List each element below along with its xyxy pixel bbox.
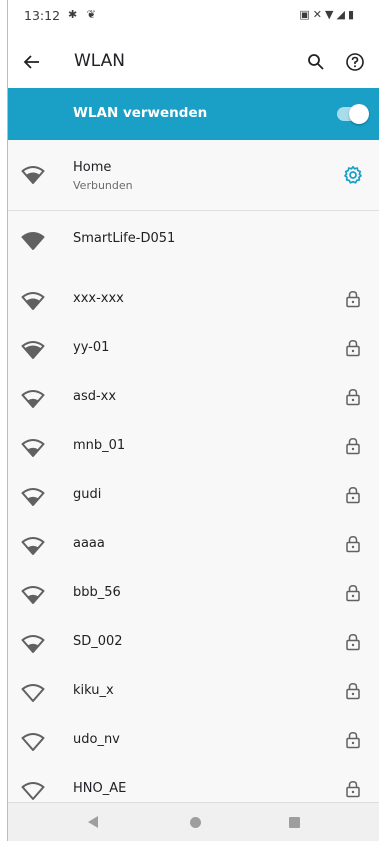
wlan-master-switch-label: WLAN verwenden (73, 105, 208, 121)
connected-network-status: Verbunden (73, 179, 133, 192)
help-icon[interactable] (341, 48, 369, 76)
lock-icon (346, 634, 360, 651)
wifi-signal-icon (21, 733, 45, 751)
status-right-icons: ▣✕▼◢▮ (299, 8, 357, 21)
back-triangle-icon[interactable] (87, 816, 99, 828)
network-name: bbb_56 (73, 585, 121, 600)
home-circle-icon[interactable] (190, 817, 201, 828)
search-icon[interactable] (302, 48, 330, 76)
app-toolbar: WLAN (0, 34, 379, 88)
screen-edge-line (7, 0, 8, 841)
status-bar: 13:12 ✱ ❦ ▣✕▼◢▮ (0, 0, 379, 34)
wifi-signal-icon (21, 684, 45, 702)
network-name: yy-01 (73, 340, 110, 355)
list-divider (7, 210, 379, 211)
lock-icon (346, 732, 360, 749)
lock-icon (346, 291, 360, 308)
wifi-signal-icon (21, 782, 45, 800)
wifi-signal-icon (21, 537, 45, 555)
network-name: kiku_x (73, 683, 114, 698)
lock-icon (346, 536, 360, 553)
lock-icon (346, 340, 360, 357)
network-row[interactable]: kiku_x (7, 668, 379, 717)
gear-icon[interactable] (343, 165, 363, 185)
settings-icon: ✱ (68, 8, 78, 21)
wifi-status-icon: ▼ (325, 8, 337, 21)
wlan-toggle-switch[interactable] (337, 104, 369, 124)
network-row[interactable]: aaaa (7, 521, 379, 570)
network-row[interactable]: SmartLife-D051 (7, 216, 379, 265)
network-name: xxx-xxx (73, 291, 124, 306)
network-name: mnb_01 (73, 438, 126, 453)
connected-network-name: Home (73, 160, 112, 175)
wifi-signal-icon (21, 635, 45, 653)
wlan-master-switch-bar[interactable]: WLAN verwenden (7, 88, 379, 140)
wlan-settings-screen: 13:12 ✱ ❦ ▣✕▼◢▮ WLAN WLAN verwenden Home… (0, 0, 379, 841)
lock-icon (346, 585, 360, 602)
network-name: asd-xx (73, 389, 117, 404)
cat-icon: ❦ (86, 8, 96, 21)
network-name: SD_002 (73, 634, 123, 649)
nfc-icon: ▣ (299, 8, 313, 21)
network-name: aaaa (73, 536, 105, 551)
page-title: WLAN (74, 51, 126, 71)
wifi-signal-icon (21, 292, 45, 310)
network-row[interactable]: HNO_AE (7, 766, 379, 802)
arrow-back-icon[interactable] (18, 48, 46, 76)
network-name: HNO_AE (73, 781, 127, 796)
network-name: gudi (73, 487, 102, 502)
network-name: udo_nv (73, 732, 120, 747)
network-row[interactable]: yy-01 (7, 325, 379, 374)
network-name: SmartLife-D051 (73, 231, 176, 246)
network-row[interactable]: SD_002 (7, 619, 379, 668)
lock-icon (346, 389, 360, 406)
status-time: 13:12 (24, 8, 61, 23)
network-row[interactable]: bbb_56 (7, 570, 379, 619)
wifi-signal-icon (21, 439, 45, 457)
network-row[interactable]: xxx-xxx (7, 276, 379, 325)
recents-square-icon[interactable] (289, 817, 300, 828)
lock-icon (346, 781, 360, 798)
network-row[interactable]: udo_nv (7, 717, 379, 766)
network-row[interactable]: gudi (7, 472, 379, 521)
lock-icon (346, 487, 360, 504)
network-list: Home Verbunden SmartLife-D051 xxx-xxx yy… (7, 140, 379, 802)
network-row[interactable]: mnb_01 (7, 423, 379, 472)
mute-icon: ✕ (312, 8, 325, 21)
network-row[interactable]: asd-xx (7, 374, 379, 423)
system-navigation-bar (7, 802, 379, 841)
wifi-signal-icon (21, 488, 45, 506)
wifi-signal-icon (21, 341, 45, 359)
status-left-icons: ✱ ❦ (68, 8, 96, 21)
connected-network-row[interactable]: Home Verbunden (7, 140, 379, 210)
wifi-signal-icon (21, 586, 45, 604)
lock-icon (346, 438, 360, 455)
lock-icon (346, 683, 360, 700)
wifi-signal-icon (21, 390, 45, 408)
toggle-knob (349, 104, 369, 124)
signal-icon: ◢ (336, 8, 348, 21)
wifi-signal-icon (21, 166, 45, 184)
wifi-signal-icon (21, 232, 45, 250)
battery-icon: ▮ (347, 8, 357, 21)
